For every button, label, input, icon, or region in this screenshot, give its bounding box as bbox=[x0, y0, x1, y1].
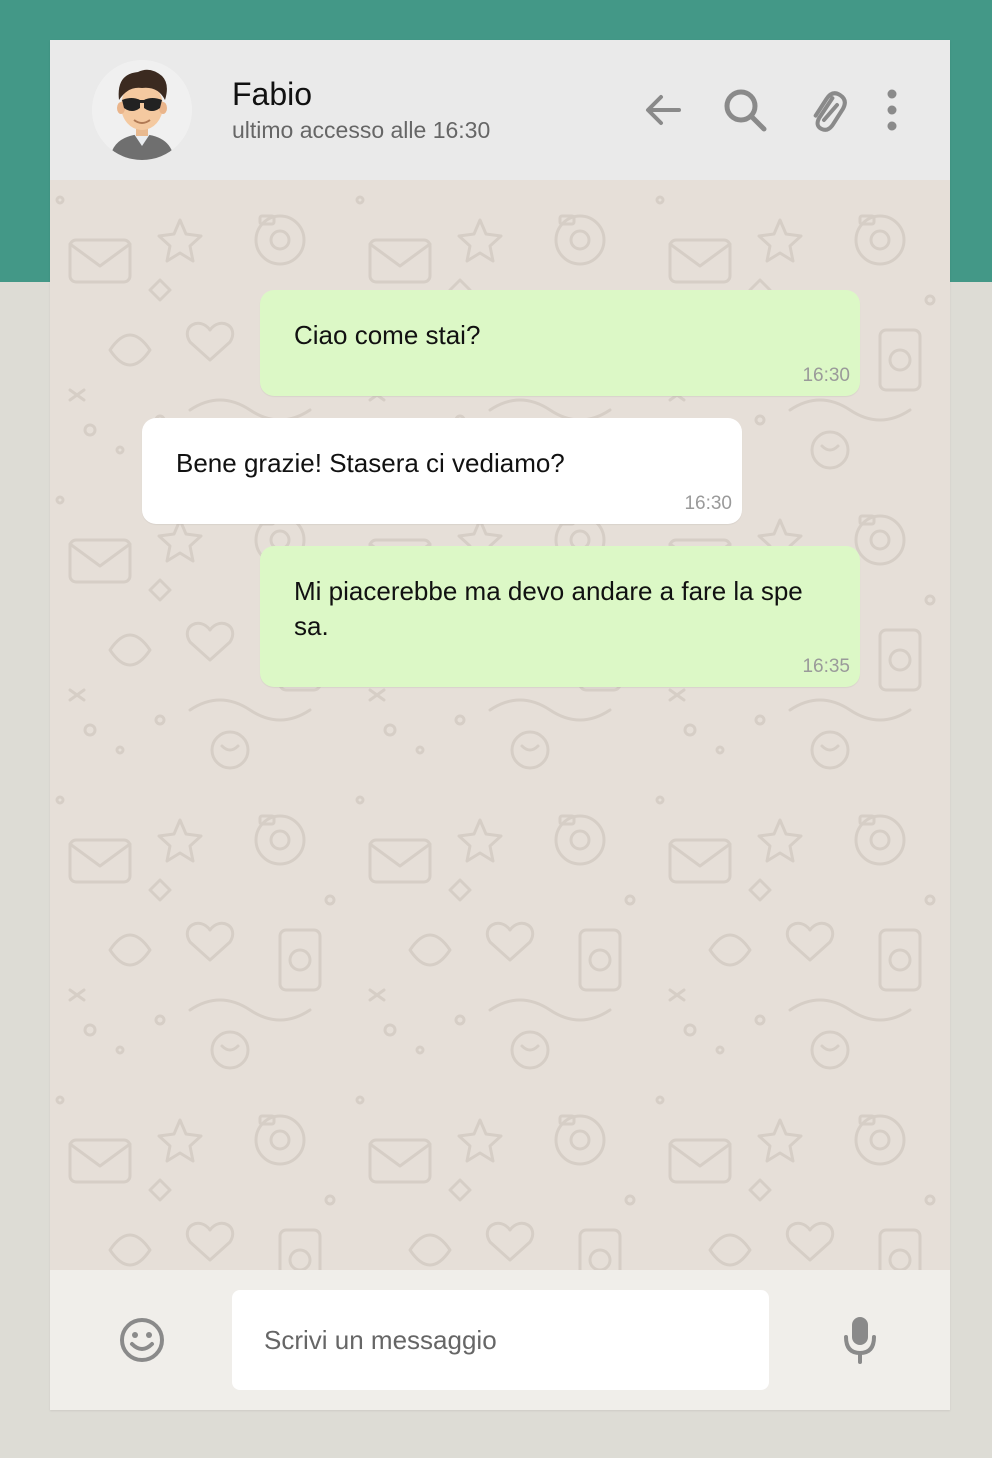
microphone-button[interactable] bbox=[830, 1310, 890, 1370]
back-arrow-icon bbox=[646, 95, 681, 125]
message-text: Mi piacerebbe ma devo andare a fare la s… bbox=[294, 576, 803, 641]
composer-bar bbox=[50, 1270, 950, 1410]
attach-button[interactable] bbox=[797, 80, 857, 140]
message-time: 16:30 bbox=[802, 365, 850, 386]
message-text: Bene grazie! Stasera ci vediamo? bbox=[176, 448, 565, 478]
more-options-button[interactable] bbox=[862, 80, 922, 140]
search-button[interactable] bbox=[715, 80, 775, 140]
attach-icon bbox=[813, 91, 847, 132]
back-button[interactable] bbox=[633, 80, 693, 140]
avatar-sunglasses-icon bbox=[92, 60, 192, 160]
conversation-area[interactable]: Ciao come stai? 16:30 Bene grazie! Stase… bbox=[50, 180, 950, 1270]
more-vertical-icon bbox=[887, 89, 897, 131]
search-icon bbox=[724, 89, 767, 132]
contact-name: Fabio bbox=[232, 76, 313, 112]
message-bubble-outgoing[interactable]: Mi piacerebbe ma devo andare a fare la s… bbox=[260, 546, 860, 687]
message-bubble-outgoing[interactable]: Ciao come stai? 16:30 bbox=[260, 290, 860, 396]
chat-window: Fabio ultimo accesso alle 16:30 Ciao com… bbox=[50, 40, 950, 1410]
emoji-button[interactable] bbox=[112, 1310, 172, 1370]
chat-header: Fabio ultimo accesso alle 16:30 bbox=[50, 40, 950, 180]
microphone-icon bbox=[844, 1317, 876, 1364]
last-seen-status: ultimo accesso alle 16:30 bbox=[232, 117, 491, 143]
message-input[interactable] bbox=[232, 1290, 769, 1390]
message-bubble-incoming[interactable]: Bene grazie! Stasera ci vediamo? 16:30 bbox=[142, 418, 742, 524]
message-time: 16:35 bbox=[802, 656, 850, 677]
message-time: 16:30 bbox=[684, 493, 732, 514]
smiley-icon bbox=[120, 1318, 164, 1362]
contact-avatar[interactable] bbox=[92, 60, 192, 160]
message-text: Ciao come stai? bbox=[294, 320, 481, 350]
